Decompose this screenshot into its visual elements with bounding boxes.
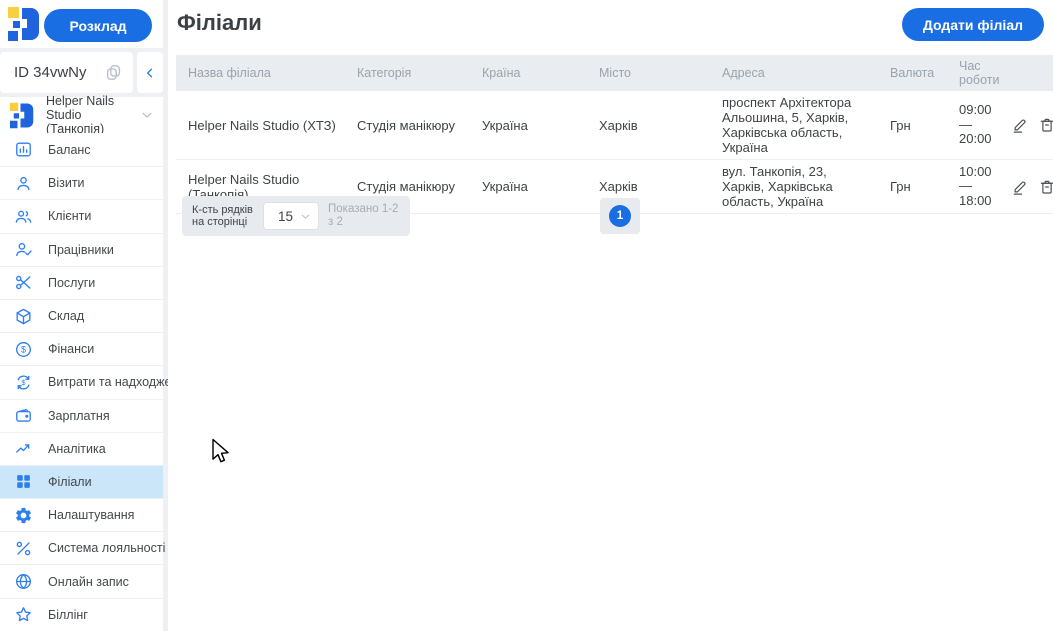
- wallet-icon: [14, 406, 33, 425]
- main-content: Філіали Додати філіал Назва філіала Катег…: [168, 0, 1053, 631]
- sidebar-header: Розклад: [0, 0, 163, 48]
- column-header: Місто: [599, 66, 631, 80]
- schedule-button[interactable]: Розклад: [44, 9, 152, 42]
- grid-icon: [14, 472, 33, 491]
- pagination: 1: [600, 198, 640, 234]
- sidebar-item-visits[interactable]: Візити: [0, 166, 163, 199]
- account-id: ID 34vwNy: [14, 64, 87, 81]
- app-logo-icon: [8, 6, 44, 47]
- star-icon: [14, 605, 33, 624]
- sidebar-item-balance[interactable]: Баланс: [0, 133, 163, 166]
- chevron-down-icon: [299, 210, 312, 223]
- column-header-actions: [1005, 55, 1053, 91]
- chevron-down-icon: [139, 107, 155, 123]
- studio-selector[interactable]: Helper Nails Studio (Танкопія): [0, 94, 163, 136]
- sidebar-item-employees[interactable]: Працівники: [0, 232, 163, 266]
- sidebar-item-services[interactable]: Послуги: [0, 265, 163, 299]
- sidebar-item-branches[interactable]: Філіали: [0, 464, 163, 499]
- copy-icon[interactable]: [104, 63, 123, 82]
- rows-per-page-control: К-сть рядків на сторінці 15 Показано 1-2…: [182, 196, 410, 236]
- sidebar-item-online-booking[interactable]: Онлайн запис: [0, 564, 163, 597]
- working-hours: 09:00 — 20:00: [951, 99, 1005, 151]
- scissors-icon: [14, 273, 33, 292]
- rows-per-page-label: К-сть рядків на сторінці: [192, 203, 253, 229]
- dollar-circle-icon: $: [14, 340, 33, 359]
- sidebar-menu: Баланс Візити Клієнти Працівники Послуги…: [0, 133, 192, 631]
- sidebar-item-clients[interactable]: Клієнти: [0, 199, 163, 232]
- svg-text:$: $: [21, 344, 26, 354]
- column-header: Адреса: [722, 66, 765, 80]
- person-check-icon: [14, 240, 33, 259]
- package-icon: [14, 307, 33, 326]
- sidebar-collapse-button[interactable]: [137, 52, 163, 93]
- column-header: Валюта: [890, 66, 935, 80]
- sidebar-item-finance[interactable]: $ Фінанси: [0, 332, 163, 365]
- delete-icon[interactable]: [1038, 116, 1053, 134]
- table-row: Helper Nails Studio (ХТЗ) Студія манікюр…: [176, 91, 1053, 160]
- page-1-button[interactable]: 1: [609, 205, 631, 227]
- studio-logo-icon: [10, 102, 37, 129]
- add-branch-button[interactable]: Додати філіал: [901, 8, 1044, 41]
- branches-table: Назва філіала Категорія Країна Місто Адреса В…: [176, 55, 1053, 214]
- sidebar-item-settings[interactable]: Налаштування: [0, 498, 163, 531]
- rows-per-page-select[interactable]: 15: [263, 202, 319, 230]
- column-header: Категорія: [357, 66, 412, 80]
- page-title: Філіали: [177, 10, 262, 35]
- delete-icon[interactable]: [1038, 178, 1053, 196]
- studio-name: Helper Nails Studio (Танкопія): [46, 94, 115, 136]
- edit-icon[interactable]: [1011, 116, 1029, 134]
- edit-icon[interactable]: [1011, 178, 1029, 196]
- working-hours: 10:00 — 18:00: [951, 161, 1005, 213]
- person-icon: [14, 174, 33, 193]
- people-icon: [14, 207, 33, 226]
- balance-chart-icon: [14, 140, 33, 159]
- column-header: Назва філіала: [188, 66, 271, 80]
- gear-icon: [14, 506, 33, 525]
- column-header: Час роботи: [959, 59, 1000, 87]
- table-header-row: Назва філіала Категорія Країна Місто Адреса В…: [176, 55, 1053, 91]
- rows-per-page-value: 15: [278, 208, 294, 224]
- account-id-card: ID 34vwNy: [0, 52, 133, 93]
- trend-icon: [14, 439, 33, 458]
- sidebar-item-salary[interactable]: Зарплатня: [0, 398, 163, 432]
- hours-separator: —: [959, 178, 972, 194]
- chevron-left-icon: [143, 66, 157, 80]
- sidebar-item-billing[interactable]: Біллінг: [0, 597, 163, 631]
- shown-range-label: Показано 1-2 з 2: [328, 203, 399, 228]
- percent-icon: [14, 539, 33, 558]
- sidebar-item-loyalty[interactable]: Система лояльності: [0, 531, 165, 564]
- sidebar-item-analytics[interactable]: Аналітика: [0, 431, 163, 465]
- globe-icon: [14, 572, 33, 591]
- hours-separator: —: [959, 116, 972, 132]
- column-header: Країна: [482, 66, 521, 80]
- sidebar-item-expenses[interactable]: $ Витрати та надходження: [0, 365, 192, 398]
- sidebar-item-stock[interactable]: Склад: [0, 298, 163, 332]
- money-flow-icon: $: [14, 373, 33, 392]
